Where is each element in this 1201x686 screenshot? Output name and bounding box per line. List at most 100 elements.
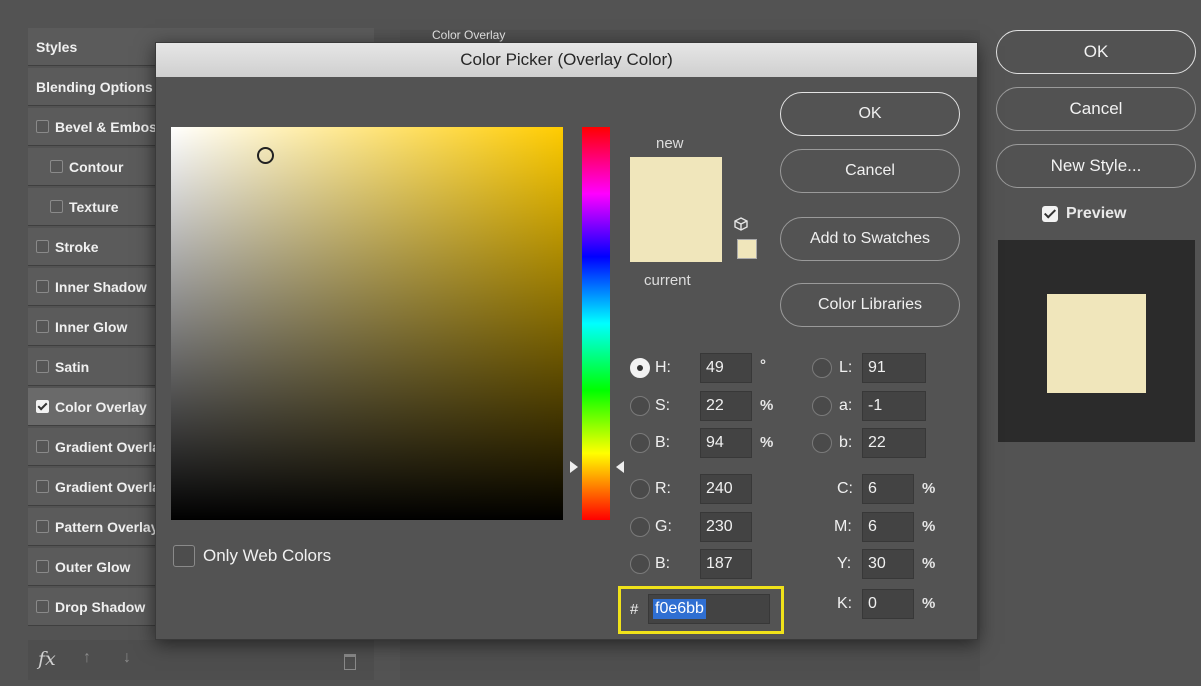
y-label: Y: bbox=[837, 555, 852, 572]
new-color-label: new bbox=[656, 135, 684, 152]
checkbox-checked-icon bbox=[1042, 206, 1058, 222]
checkbox-unchecked-icon[interactable] bbox=[50, 200, 63, 213]
hue-slider-left-arrow-icon[interactable] bbox=[570, 461, 578, 473]
r-radio[interactable] bbox=[630, 479, 650, 499]
y-field[interactable]: 30 bbox=[862, 549, 914, 579]
add-to-swatches-button[interactable]: Add to Swatches bbox=[780, 217, 960, 261]
checkbox-unchecked-icon[interactable] bbox=[36, 360, 49, 373]
g-field[interactable]: 230 bbox=[700, 512, 752, 542]
y-unit: % bbox=[922, 555, 936, 572]
fx-button[interactable]: fx bbox=[38, 648, 56, 670]
move-down-icon[interactable]: ↓ bbox=[123, 649, 131, 667]
b-unit: % bbox=[760, 434, 774, 451]
preview-label: Preview bbox=[1066, 205, 1127, 222]
h-field[interactable]: 49 bbox=[700, 353, 752, 383]
sidebar-item-label: Pattern Overlay bbox=[55, 518, 159, 535]
checkbox-unchecked-icon[interactable] bbox=[36, 440, 49, 453]
a-radio[interactable] bbox=[812, 396, 832, 416]
dialog-title: Color Picker (Overlay Color) bbox=[460, 50, 673, 69]
k-unit: % bbox=[922, 595, 936, 612]
checkbox-unchecked-icon[interactable] bbox=[50, 160, 63, 173]
checkbox-unchecked-icon[interactable] bbox=[36, 600, 49, 613]
h-unit: ° bbox=[760, 357, 766, 374]
g-label: G: bbox=[655, 518, 672, 535]
k-label: K: bbox=[837, 595, 853, 612]
checkbox-unchecked-icon[interactable] bbox=[36, 320, 49, 333]
l-field[interactable]: 91 bbox=[862, 353, 926, 383]
color-picker-dialog: Color Picker (Overlay Color) new current… bbox=[155, 42, 978, 640]
dialog-titlebar[interactable]: Color Picker (Overlay Color) bbox=[156, 43, 977, 77]
s-field[interactable]: 22 bbox=[700, 391, 752, 421]
color-libraries-button[interactable]: Color Libraries bbox=[780, 283, 960, 327]
rgb-b-radio[interactable] bbox=[630, 554, 650, 574]
new-color-swatch bbox=[630, 157, 722, 210]
only-web-colors-label: Only Web Colors bbox=[203, 546, 332, 565]
hex-input[interactable]: f0e6bb bbox=[648, 594, 770, 624]
current-color-swatch[interactable] bbox=[630, 210, 722, 262]
panel-title: Color Overlay bbox=[432, 28, 506, 42]
g-radio[interactable] bbox=[630, 517, 650, 537]
a-label: a: bbox=[839, 397, 853, 414]
c-label: C: bbox=[837, 480, 853, 497]
rgb-b-field[interactable]: 187 bbox=[700, 549, 752, 579]
c-field[interactable]: 6 bbox=[862, 474, 914, 504]
l-radio[interactable] bbox=[812, 358, 832, 378]
preview-checkbox[interactable]: Preview bbox=[1042, 205, 1126, 223]
c-unit: % bbox=[922, 480, 936, 497]
sidebar-item-label: Outer Glow bbox=[55, 558, 131, 575]
m-unit: % bbox=[922, 518, 936, 535]
checkbox-unchecked-icon[interactable] bbox=[36, 480, 49, 493]
checkbox-unchecked-icon[interactable] bbox=[36, 280, 49, 293]
k-field[interactable]: 0 bbox=[862, 589, 914, 619]
a-field[interactable]: -1 bbox=[862, 391, 926, 421]
sidebar-item-label: Inner Glow bbox=[55, 318, 128, 335]
b-field[interactable]: 94 bbox=[700, 428, 752, 458]
sidebar-item-label: Bevel & Emboss bbox=[55, 118, 165, 135]
m-label: M: bbox=[834, 518, 852, 535]
lab-b-field[interactable]: 22 bbox=[862, 428, 926, 458]
hue-slider[interactable] bbox=[582, 127, 610, 520]
checkbox-unchecked-icon[interactable] bbox=[36, 560, 49, 573]
checkbox-unchecked-icon[interactable] bbox=[36, 120, 49, 133]
cancel-button[interactable]: Cancel bbox=[996, 87, 1196, 131]
preview-color-swatch bbox=[1047, 294, 1146, 393]
h-radio[interactable] bbox=[630, 358, 650, 378]
new-style-button[interactable]: New Style... bbox=[996, 144, 1196, 188]
checkbox-unchecked-icon bbox=[173, 545, 195, 567]
hex-hash-label: # bbox=[630, 601, 639, 618]
sidebar-item-label: Texture bbox=[69, 198, 119, 215]
current-color-label: current bbox=[644, 272, 691, 289]
move-up-icon[interactable]: ↑ bbox=[83, 649, 91, 667]
ok-button[interactable]: OK bbox=[996, 30, 1196, 74]
lab-b-radio[interactable] bbox=[812, 433, 832, 453]
checkbox-unchecked-icon[interactable] bbox=[36, 240, 49, 253]
s-radio[interactable] bbox=[630, 396, 650, 416]
hue-slider-right-arrow-icon[interactable] bbox=[616, 461, 624, 473]
h-label: H: bbox=[655, 359, 671, 376]
sidebar-item-label: Gradient Overlay bbox=[55, 438, 168, 455]
checkbox-checked-icon[interactable] bbox=[36, 400, 49, 413]
r-label: R: bbox=[655, 480, 671, 497]
saturation-brightness-field[interactable] bbox=[171, 127, 563, 520]
sidebar-item-label: Satin bbox=[55, 358, 90, 375]
s-unit: % bbox=[760, 397, 774, 414]
s-label: S: bbox=[655, 397, 671, 414]
sidebar-item-label: Inner Shadow bbox=[55, 278, 147, 295]
dialog-cancel-button[interactable]: Cancel bbox=[780, 149, 960, 193]
dialog-ok-button[interactable]: OK bbox=[780, 92, 960, 136]
gamut-cube-icon[interactable] bbox=[734, 217, 748, 231]
sidebar-item-label: Contour bbox=[69, 158, 124, 175]
sidebar-item-label: Blending Options bbox=[36, 78, 153, 95]
color-field-cursor[interactable] bbox=[257, 147, 274, 164]
trash-icon[interactable] bbox=[344, 654, 356, 670]
m-field[interactable]: 6 bbox=[862, 512, 914, 542]
checkbox-unchecked-icon[interactable] bbox=[36, 520, 49, 533]
b-radio[interactable] bbox=[630, 433, 650, 453]
sidebar-item-label: Stroke bbox=[55, 238, 99, 255]
rgb-b-label: B: bbox=[655, 555, 671, 572]
sidebar-item-label: Gradient Overlay bbox=[55, 478, 168, 495]
sidebar-item-label: Styles bbox=[36, 38, 78, 55]
only-web-colors-checkbox[interactable]: Only Web Colors bbox=[173, 545, 331, 567]
web-safe-swatch[interactable] bbox=[737, 239, 757, 259]
r-field[interactable]: 240 bbox=[700, 474, 752, 504]
